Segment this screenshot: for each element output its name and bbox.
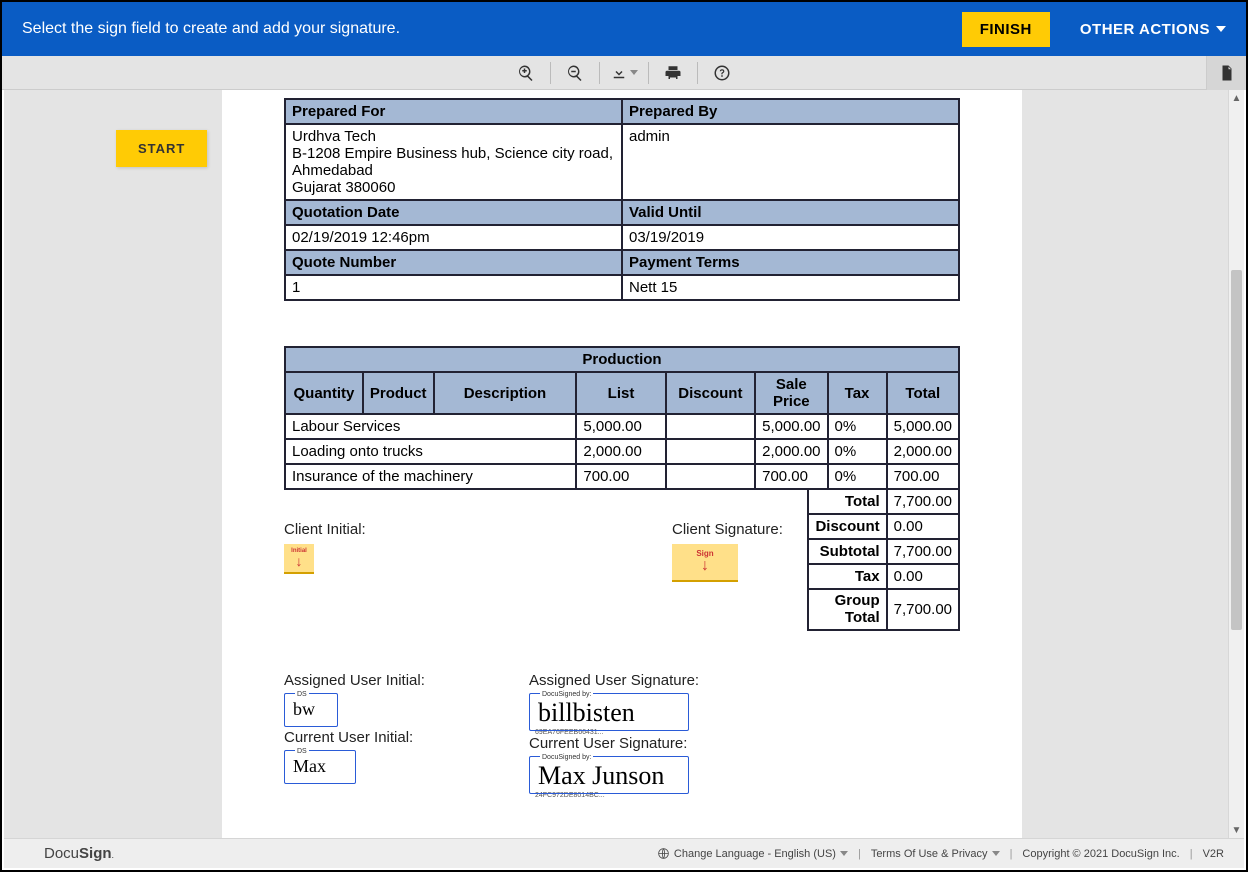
version-text: V2R [1203,848,1224,860]
valid-until-header: Valid Until [622,200,959,225]
production-table: Production Quantity Product Description … [284,346,960,490]
prepared-by-value: admin [622,124,959,200]
download-icon [610,64,628,82]
client-initial-label: Client Initial: [284,521,672,538]
copyright-text: Copyright © 2021 DocuSign Inc. [1022,848,1179,860]
zoom-out-button[interactable] [554,56,596,90]
table-row: Insurance of the machinery 700.00 700.00… [285,464,959,489]
quote-number-header: Quote Number [285,250,622,275]
caret-down-icon [840,851,848,856]
banner-message: Select the sign field to create and add … [22,20,400,38]
client-signature-label: Client Signature: [672,521,960,538]
arrow-down-icon: ↓ [296,554,303,568]
document-viewport: START Prepared For Prepared By Urdhva Te… [4,90,1244,838]
valid-until-value: 03/19/2019 [622,225,959,250]
current-initial-label: Current User Initial: [284,729,529,746]
start-button[interactable]: START [116,130,207,167]
payment-terms-value: Nett 15 [622,275,959,300]
payment-terms-header: Payment Terms [622,250,959,275]
prepared-by-header: Prepared By [622,99,959,124]
other-actions-label: OTHER ACTIONS [1080,21,1210,38]
current-signature-box: DocuSigned by: Max Junson [529,756,689,794]
document-page: Prepared For Prepared By Urdhva Tech B-1… [222,90,1022,838]
caret-down-icon [1216,26,1226,32]
footer-bar: DocuSign. Change Language - English (US)… [4,838,1244,868]
finish-button[interactable]: FINISH [962,12,1050,47]
banner-actions: FINISH OTHER ACTIONS [962,12,1226,47]
zoom-in-icon [517,64,535,82]
caret-down-icon [630,70,638,75]
client-initial-field[interactable]: Initial ↓ [284,544,314,574]
prepared-for-value: Urdhva Tech B-1208 Empire Business hub, … [285,124,622,200]
assigned-initial-box: DS bw [284,693,338,727]
table-row: Loading onto trucks 2,000.00 2,000.000%2… [285,439,959,464]
zoom-out-icon [566,64,584,82]
quotation-date-value: 02/19/2019 12:46pm [285,225,622,250]
download-button[interactable] [603,56,645,90]
scrollbar-thumb[interactable] [1231,270,1242,630]
table-row: Labour Services 5,000.00 5,000.000%5,000… [285,414,959,439]
scroll-down-icon[interactable]: ▼ [1229,822,1244,838]
current-signature-label: Current User Signature: [529,735,960,752]
prepared-for-header: Prepared For [285,99,622,124]
other-actions-button[interactable]: OTHER ACTIONS [1080,21,1226,38]
vertical-scrollbar[interactable]: ▲ ▼ [1228,90,1244,838]
caret-down-icon [992,851,1000,856]
scroll-up-icon[interactable]: ▲ [1229,90,1244,106]
help-icon [713,64,731,82]
instruction-banner: Select the sign field to create and add … [2,2,1246,56]
production-title: Production [285,347,959,372]
viewer-toolbar [2,56,1246,90]
docusign-logo: DocuSign. [44,845,114,862]
zoom-in-button[interactable] [505,56,547,90]
assigned-signature-label: Assigned User Signature: [529,672,960,689]
document-icon [1218,64,1236,82]
quote-header-table: Prepared For Prepared By Urdhva Tech B-1… [284,98,960,301]
documents-panel-button[interactable] [1206,56,1246,90]
arrow-down-icon: ↓ [701,558,709,574]
quotation-date-header: Quotation Date [285,200,622,225]
help-button[interactable] [701,56,743,90]
terms-link[interactable]: Terms Of Use & Privacy [871,848,1000,860]
print-button[interactable] [652,56,694,90]
assigned-initial-label: Assigned User Initial: [284,672,529,689]
globe-icon [657,847,670,860]
current-initial-box: DS Max [284,750,356,784]
assigned-signature-box: DocuSigned by: billbisten [529,693,689,731]
print-icon [664,64,682,82]
quote-number-value: 1 [285,275,622,300]
change-language-button[interactable]: Change Language - English (US) [657,847,848,860]
client-signature-field[interactable]: Sign ↓ [672,544,738,582]
